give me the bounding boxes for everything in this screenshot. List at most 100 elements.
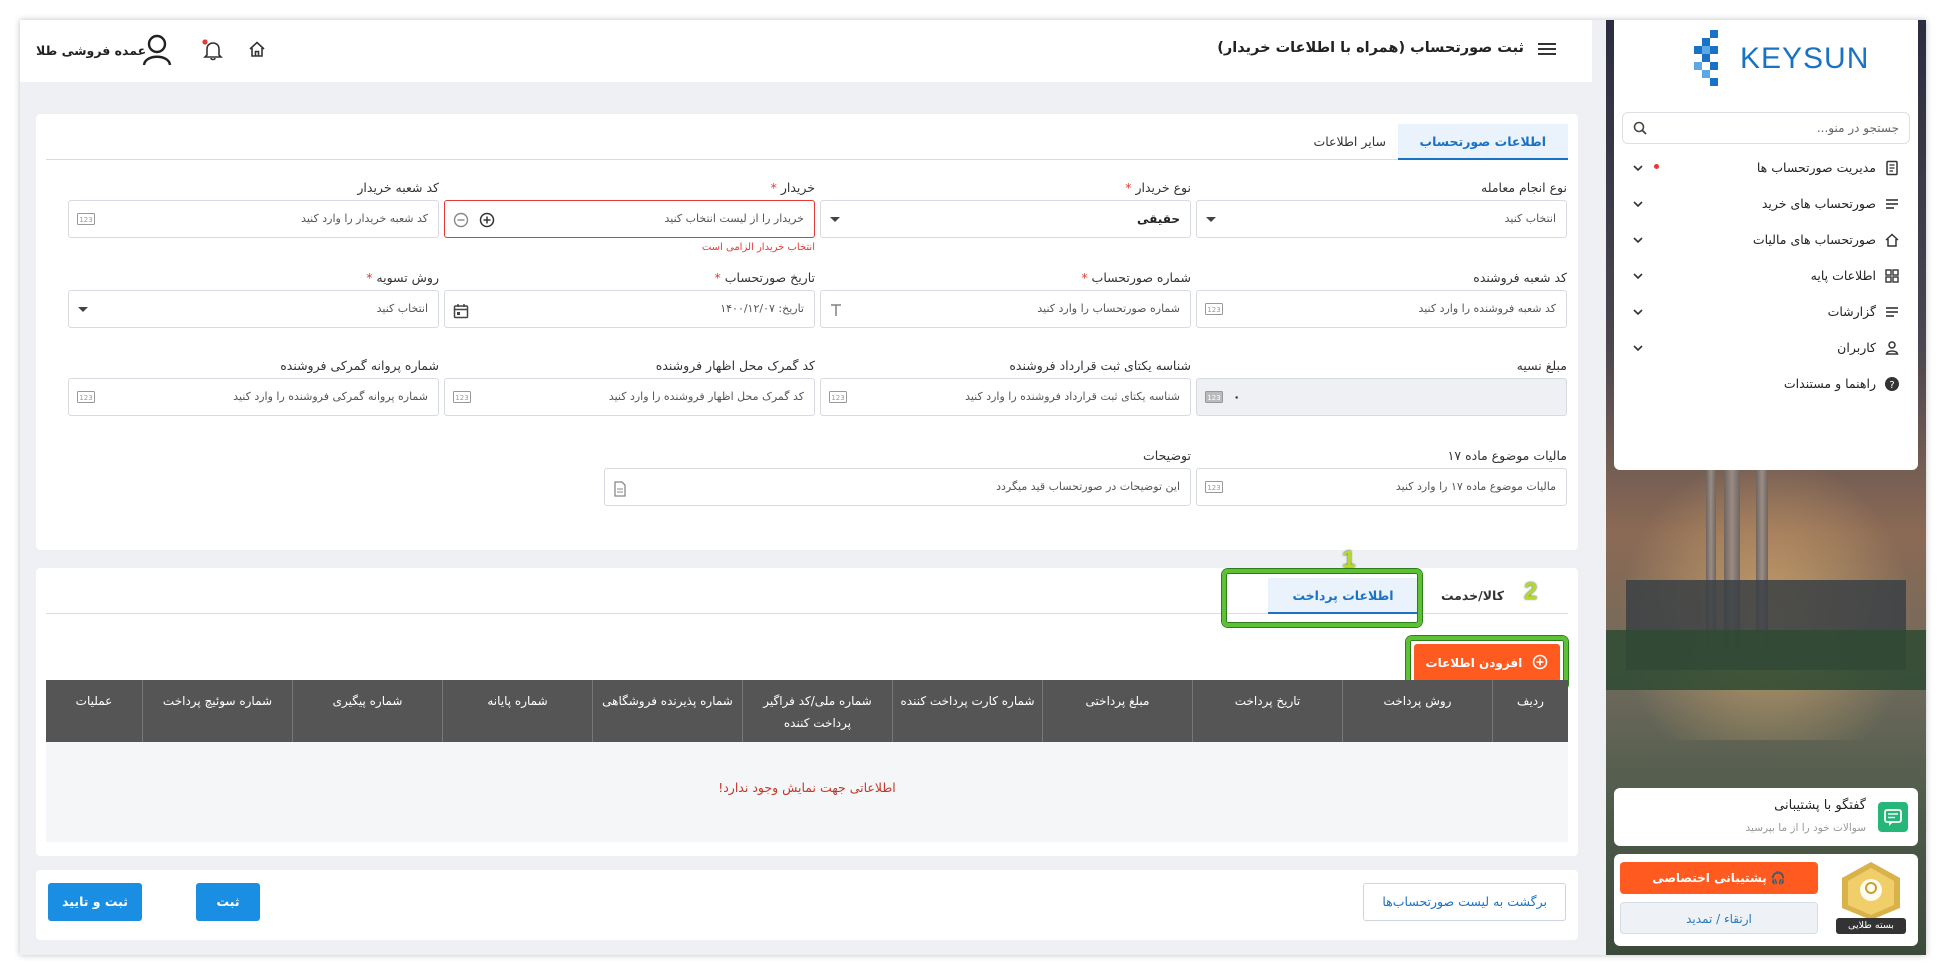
sidebar-item-purchase-invoices[interactable]: صورتحساب های خرید [1622, 186, 1910, 222]
required-mark: * [366, 270, 373, 285]
tab-other-info[interactable]: سایر اطلاعات [1291, 124, 1408, 160]
buyer-select[interactable]: خریدار را از لیست انتخاب کنید [444, 200, 815, 238]
sidebar-item-label: گزارشات [1827, 304, 1876, 319]
input-placeholder: مالیات موضوع ماده ۱۷ را وارد کنید [1395, 480, 1556, 493]
svg-text:123: 123 [1207, 306, 1220, 314]
field-label: مبلغ نسیه [1516, 358, 1567, 373]
input-placeholder: این توضیحات در صورتحساب قید میگردد [996, 480, 1180, 493]
field-label-text: خریدار [780, 180, 815, 195]
sidebar-item-tax-invoices[interactable]: صورتحساب های مالیات [1622, 222, 1910, 258]
tab-label: کالا/خدمت [1440, 588, 1504, 603]
private-support-button[interactable]: 🎧 پشتیبانی اختصاصی [1620, 862, 1818, 894]
seller-branch-input[interactable]: کد شعبه فروشنده را وارد کنید 123 [1196, 290, 1567, 328]
notification-dot [1654, 164, 1659, 169]
tab-label: اطلاعات صورتحساب [1419, 134, 1546, 149]
logo-text: KEYSUN [1740, 42, 1870, 75]
numeric-icon: 123 [1205, 481, 1223, 493]
user-avatar-icon[interactable] [142, 34, 172, 66]
user-name[interactable]: عمده فروشی طلا [36, 43, 146, 58]
sidebar-panel: KEYSUN جستجو در منو... مدیریت صورتحساب ه… [1614, 20, 1918, 470]
save-and-confirm-button[interactable]: ثبت و تایید [48, 883, 142, 921]
input-placeholder: کد شعبه خریدار را وارد کنید [301, 212, 428, 225]
add-payment-info-button[interactable]: افزودن اطلاعات پرداخت [1414, 644, 1560, 708]
text-type-icon [831, 304, 841, 316]
keysun-logo[interactable]: KEYSUN [1692, 26, 1868, 86]
support-chat-card[interactable]: گفتگو با پشتیبانی سوالات خود را از ما بپ… [1614, 788, 1918, 846]
input-value: ۰ [1233, 390, 1241, 404]
invoice-form-card: اطلاعات صورتحساب سایر اطلاعات نوع انجام … [36, 114, 1578, 550]
step-marker-2: 2 [1524, 578, 1538, 605]
remove-circle-icon[interactable] [453, 212, 469, 228]
document-icon [614, 481, 626, 497]
field-label: نوع انجام معامله [1481, 180, 1567, 195]
field-label: کد شعبه خریدار [357, 180, 439, 195]
save-button[interactable]: ثبت [196, 883, 260, 921]
credit-amount-input: ۰ 123 [1196, 378, 1567, 416]
required-mark: * [1081, 270, 1088, 285]
invoice-number-input[interactable]: شماره صورتحساب را وارد کنید [820, 290, 1191, 328]
add-circle-icon[interactable] [479, 212, 495, 228]
description-input[interactable]: این توضیحات در صورتحساب قید میگردد [604, 468, 1191, 506]
svg-text:123: 123 [455, 394, 468, 402]
hamburger-menu-icon[interactable] [1538, 42, 1556, 56]
form-footer: برگشت به لیست صورتحساب‌ها ثبت ثبت و تایی… [36, 870, 1578, 940]
support-title: گفتگو با پشتیبانی [1774, 798, 1866, 813]
input-placeholder: شماره پروانه گمرکی فروشنده را وارد کنید [233, 390, 428, 403]
sidebar: KEYSUN جستجو در منو... مدیریت صورتحساب ه… [1606, 20, 1926, 955]
background-trees [1606, 630, 1926, 690]
sidebar-item-users[interactable]: کاربران [1622, 330, 1910, 366]
sidebar-item-reports[interactable]: گزارشات [1622, 294, 1910, 330]
sidebar-item-invoice-management[interactable]: مدیریت صورتحساب ها [1622, 150, 1910, 186]
numeric-icon: 123 [1205, 391, 1223, 403]
empty-table-message: اطلاعاتی جهت نمایش وجود ندارد! [46, 742, 1568, 842]
field-label-text: نوع خریدار [1135, 180, 1191, 195]
tab-goods-services[interactable]: کالا/خدمت [1419, 578, 1526, 614]
tax17-input[interactable]: مالیات موضوع ماده ۱۷ را وارد کنید 123 [1196, 468, 1567, 506]
buyer-type-select[interactable]: حقیقی [820, 200, 1191, 238]
field-label: توضیحات [1143, 448, 1191, 463]
column-header: شماره پایانه [442, 680, 592, 742]
select-value: حقیقی [1137, 212, 1180, 226]
numeric-icon: 123 [77, 391, 95, 403]
back-to-invoices-button[interactable]: برگشت به لیست صورتحساب‌ها [1363, 883, 1566, 921]
sidebar-item-label: صورتحساب های خرید [1761, 196, 1876, 211]
home-icon[interactable] [248, 40, 266, 58]
upgrade-label: ارتقاء / تمدید [1686, 912, 1752, 926]
bell-icon[interactable] [202, 39, 224, 61]
customs-code-input[interactable]: کد گمرک محل اظهار فروشنده را وارد کنید 1… [444, 378, 815, 416]
field-label-text: شماره صورتحساب [1091, 270, 1191, 285]
svg-text:123: 123 [1207, 484, 1220, 492]
transaction-type-select[interactable]: انتخاب کنید [1196, 200, 1567, 238]
menu-search-input[interactable]: جستجو در منو... [1622, 112, 1910, 144]
plan-label: بسته طلایی [1836, 918, 1906, 934]
calendar-icon[interactable] [453, 303, 469, 319]
svg-text:123: 123 [79, 394, 92, 402]
settlement-method-select[interactable]: انتخاب کنید [68, 290, 439, 328]
sidebar-item-label: کاربران [1837, 340, 1876, 355]
input-placeholder: شماره صورتحساب را وارد کنید [1037, 302, 1180, 315]
highlight-box-payment-tab [1222, 569, 1422, 627]
select-value: خریدار را از لیست انتخاب کنید [664, 212, 804, 225]
payment-card: کالا/خدمت اطلاعات پرداخت 1 2 افزودن اطلا… [36, 546, 1578, 856]
customs-license-input[interactable]: شماره پروانه گمرکی فروشنده را وارد کنید … [68, 378, 439, 416]
column-header: تاریخ پرداخت [1192, 680, 1342, 742]
field-label: شناسه یکتای ثبت قرارداد فروشنده [1009, 358, 1191, 373]
sidebar-item-label: صورتحساب های مالیات [1752, 232, 1876, 247]
sidebar-item-base-info[interactable]: اطلاعات پایه [1622, 258, 1910, 294]
list-icon [1886, 199, 1898, 209]
field-label: شماره پروانه گمرکی فروشنده [280, 358, 439, 373]
help-icon: ? [1885, 377, 1899, 391]
plus-circle-icon [1533, 654, 1548, 670]
svg-text:123: 123 [1207, 394, 1220, 402]
tab-invoice-info[interactable]: اطلاعات صورتحساب [1397, 124, 1568, 160]
buyer-branch-input[interactable]: کد شعبه خریدار را وارد کنید 123 [68, 200, 439, 238]
upgrade-button[interactable]: ارتقاء / تمدید [1620, 902, 1818, 934]
sidebar-item-help[interactable]: ? راهنما و مستندات [1622, 366, 1910, 402]
input-placeholder: کد گمرک محل اظهار فروشنده را وارد کنید [608, 390, 804, 403]
column-header: شماره پذیرنده فروشگاهی [592, 680, 742, 742]
home-icon [1885, 233, 1899, 247]
column-header: مبلغ پرداختی [1042, 680, 1192, 742]
invoice-date-input[interactable]: تاریخ: ۱۴۰۰/۱۲/۰۷ [444, 290, 815, 328]
chevron-down-icon [1633, 345, 1643, 352]
contract-id-input[interactable]: شناسه یکتای ثبت قرارداد فروشنده را وارد … [820, 378, 1191, 416]
